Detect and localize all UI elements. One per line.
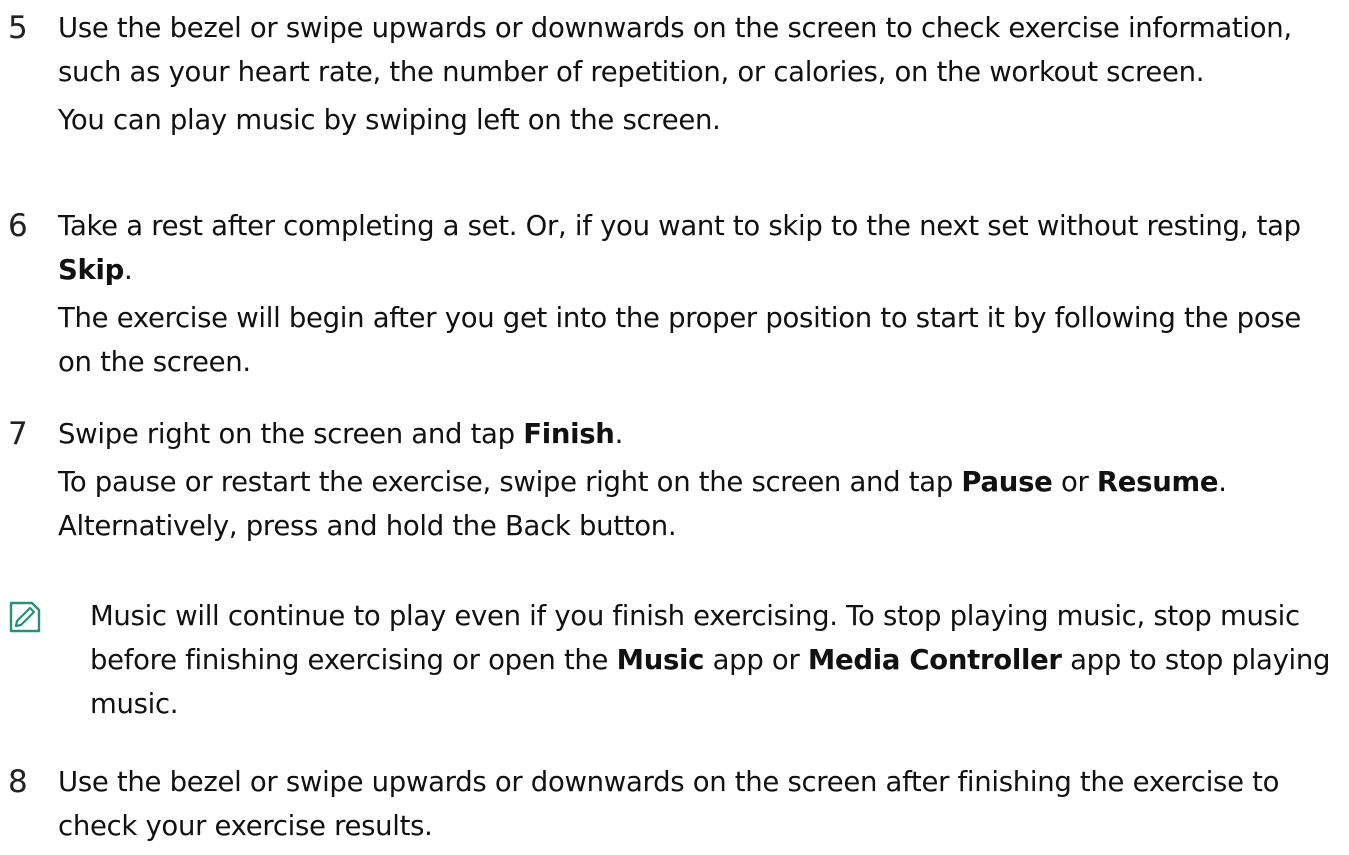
step-text: Swipe right on the screen and tap Finish… — [58, 418, 624, 450]
step-text: Use the bezel or swipe upwards or downwa… — [58, 12, 1292, 88]
step-subtext: You can play music by swiping left on th… — [58, 104, 721, 136]
step-number: 6 — [8, 208, 28, 244]
note-pencil-icon — [8, 600, 42, 634]
step-text: Take a rest after completing a set. Or, … — [58, 210, 1301, 286]
step-5: 5 Use the bezel or swipe upwards or down… — [8, 6, 1343, 142]
note-block: Music will continue to play even if you … — [8, 594, 1343, 726]
step-body: Take a rest after completing a set. Or, … — [58, 204, 1343, 384]
step-number: 5 — [8, 10, 28, 46]
resume-label: Resume — [1096, 466, 1219, 498]
step-8: 8 Use the bezel or swipe upwards or down… — [8, 760, 1343, 848]
skip-label: Skip — [58, 254, 125, 286]
pause-label: Pause — [961, 466, 1053, 498]
note-text: Music will continue to play even if you … — [90, 600, 1331, 720]
step-7: 7 Swipe right on the screen and tap Fini… — [8, 412, 1343, 548]
music-app-label: Music — [616, 644, 705, 676]
step-body: Use the bezel or swipe upwards or downwa… — [58, 760, 1343, 848]
step-text: Use the bezel or swipe upwards or downwa… — [58, 766, 1280, 842]
step-subtext: To pause or restart the exercise, swipe … — [58, 466, 1227, 542]
step-body: Swipe right on the screen and tap Finish… — [58, 412, 1343, 548]
step-6: 6 Take a rest after completing a set. Or… — [8, 204, 1343, 384]
finish-label: Finish — [523, 418, 615, 450]
step-body: Use the bezel or swipe upwards or downwa… — [58, 6, 1343, 142]
step-number: 8 — [8, 764, 28, 800]
media-controller-label: Media Controller — [807, 644, 1062, 676]
step-number: 7 — [8, 416, 28, 452]
step-subtext: The exercise will begin after you get in… — [58, 302, 1301, 378]
